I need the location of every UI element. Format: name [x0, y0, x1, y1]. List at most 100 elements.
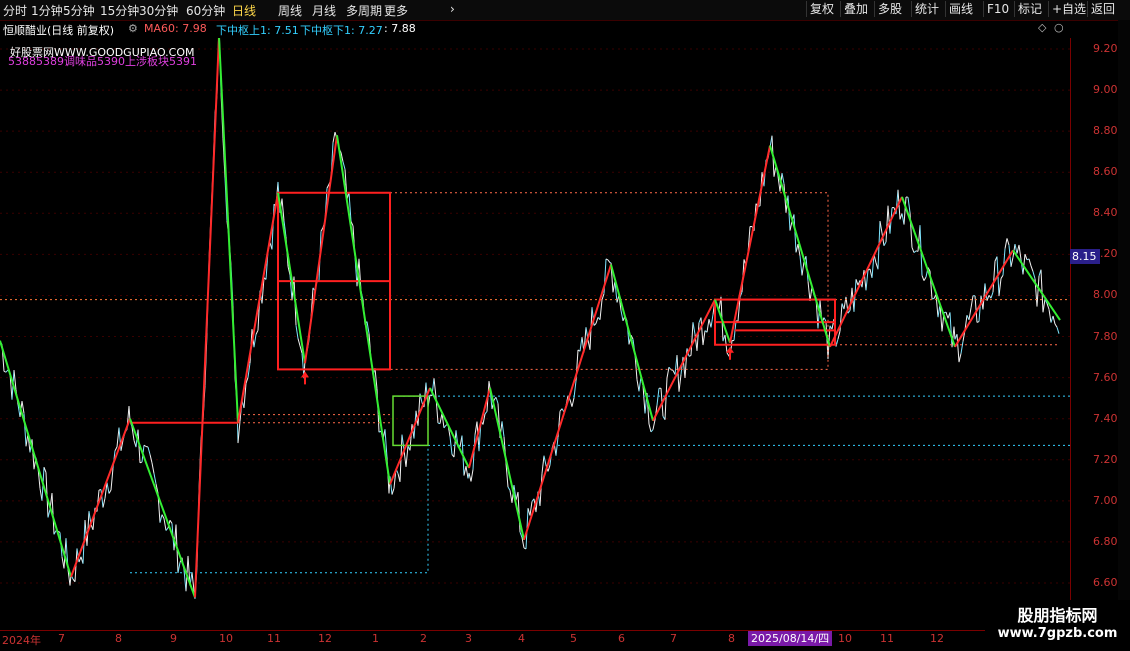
period-tab-7[interactable]: 周线 [278, 2, 302, 19]
price-tick [1049, 309, 1051, 322]
settings-gear-icon[interactable]: ⚙ [128, 22, 138, 35]
period-tab-1[interactable]: 1分钟 [31, 2, 63, 19]
price-tick [107, 483, 109, 494]
price-tick [469, 473, 471, 482]
price-tick [711, 314, 713, 327]
period-tab-9[interactable]: 多周期 [346, 2, 382, 19]
price-tick [1037, 276, 1039, 307]
price-tick [117, 428, 119, 447]
x-tick-label: 4 [518, 632, 525, 645]
price-tick [912, 247, 914, 252]
price-tick [608, 260, 610, 263]
toolbar-button-4[interactable]: 画线 [945, 1, 976, 17]
price-tick [954, 327, 955, 340]
zigzag-segment [730, 146, 770, 343]
price-tick [961, 341, 963, 353]
price-tick [1005, 238, 1007, 248]
toolbar-button-7[interactable]: +自选 [1048, 1, 1089, 17]
price-tick [256, 330, 258, 334]
date-axis: 2024年78910111212345678101112 [0, 630, 1070, 651]
price-tick [542, 456, 544, 474]
zigzag-segment [611, 265, 653, 421]
y-tick-label: 7.00 [1093, 494, 1118, 507]
y-tick-label: 9.00 [1093, 83, 1118, 96]
zigzag-segment [195, 38, 219, 597]
zigzag-segment [219, 38, 238, 423]
period-tab-10[interactable]: 更多 [384, 2, 408, 19]
price-tick [489, 381, 490, 388]
price-tick [727, 353, 729, 356]
price-tick [651, 430, 653, 432]
side-panel-strip [1118, 20, 1130, 630]
price-tick [987, 295, 989, 300]
zigzag-segment [238, 193, 278, 423]
price-tick [969, 308, 971, 320]
period-tab-4[interactable]: 30分钟 [139, 2, 178, 19]
y-tick-label: 8.60 [1093, 165, 1118, 178]
price-tick [950, 312, 952, 347]
price-tick [162, 515, 164, 519]
x-tick-label: 8 [115, 632, 122, 645]
price-tick [796, 244, 798, 252]
price-tick [402, 435, 404, 450]
price-tick [922, 275, 924, 280]
price-tick [1043, 299, 1045, 312]
price-tick [471, 470, 473, 482]
toolbar-button-5[interactable]: F10 [983, 1, 1012, 17]
price-tick [570, 400, 572, 407]
brand-name: 股朋指标网 [985, 602, 1130, 626]
toolbar-button-6[interactable]: 标记 [1014, 1, 1045, 17]
price-tick [148, 447, 150, 454]
toolbar-button-3[interactable]: 统计 [911, 1, 942, 17]
period-tab-2[interactable]: 5分钟 [63, 2, 95, 19]
price-tick [1057, 327, 1059, 333]
price-tick [109, 490, 111, 493]
price-tick [596, 317, 598, 323]
chevron-right-icon[interactable]: › [450, 2, 455, 16]
price-chart[interactable] [0, 38, 1070, 630]
price-tick [782, 173, 784, 184]
circle-icon[interactable]: ○ [1054, 21, 1064, 34]
price-tick [844, 297, 846, 309]
cursor-date-tag: 2025/08/14/四 [748, 631, 832, 646]
price-tick [621, 310, 623, 320]
zigzag-segment [278, 193, 305, 363]
price-tick [544, 456, 546, 466]
x-tick-label: 3 [465, 632, 472, 645]
y-tick-label: 8.40 [1093, 206, 1118, 219]
price-tick [1031, 266, 1033, 272]
toolbar-button-0[interactable]: 复权 [806, 1, 837, 17]
period-toolbar: 分时1分钟5分钟 15分钟30分钟 60分钟日线 周线月线多周期更多 › 复权叠加多股统计… [0, 0, 1130, 21]
price-tick [178, 562, 180, 572]
price-tick [691, 322, 693, 355]
toolbar-button-2[interactable]: 多股 [874, 1, 905, 17]
price-tick [502, 421, 504, 436]
toolbar-button-8[interactable]: 返回 [1087, 1, 1118, 17]
price-tick [924, 277, 926, 281]
zigzag-segment [337, 135, 390, 484]
price-tick [836, 339, 838, 346]
price-tick [434, 378, 436, 397]
price-tick [580, 337, 582, 351]
price-tick [800, 256, 802, 276]
price-tick [170, 520, 172, 523]
period-tab-0[interactable]: 分时 [3, 2, 27, 19]
zigzag-segment [1013, 250, 1060, 320]
price-axis: 6.606.807.007.207.407.607.808.008.208.40… [1070, 38, 1119, 630]
toolbar-button-1[interactable]: 叠加 [840, 1, 871, 17]
period-tab-3[interactable]: 15分钟 [100, 2, 139, 19]
diamond-icon[interactable]: ◇ [1038, 21, 1046, 34]
price-tick [1033, 272, 1035, 279]
price-tick [657, 388, 659, 405]
price-tick [572, 398, 574, 407]
price-tick [164, 519, 166, 531]
zigzag-segment [830, 197, 902, 347]
price-tick [146, 446, 148, 447]
ma60-value: MA60: 7.98 [144, 22, 207, 35]
hub-extension-line [130, 445, 428, 572]
period-tab-5[interactable]: 60分钟 [186, 2, 225, 19]
period-tab-6[interactable]: 日线 [232, 2, 256, 19]
x-tick-label: 1 [372, 632, 379, 645]
period-tab-8[interactable]: 月线 [312, 2, 336, 19]
price-tick [406, 446, 408, 467]
